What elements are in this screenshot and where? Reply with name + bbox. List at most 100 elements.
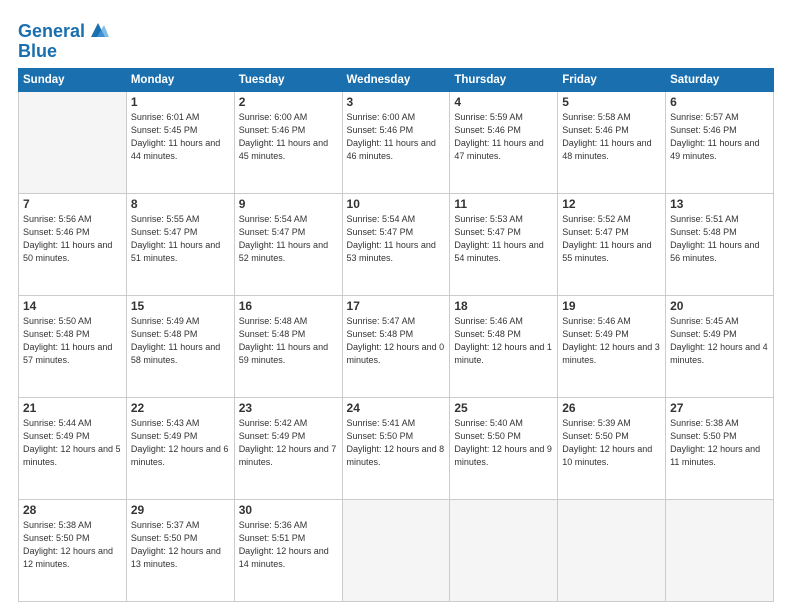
day-number: 24 bbox=[347, 401, 446, 415]
day-info: Sunrise: 5:38 AMSunset: 5:50 PMDaylight:… bbox=[670, 417, 769, 469]
day-info: Sunrise: 5:36 AMSunset: 5:51 PMDaylight:… bbox=[239, 519, 338, 571]
day-number: 17 bbox=[347, 299, 446, 313]
day-info: Sunrise: 5:50 AMSunset: 5:48 PMDaylight:… bbox=[23, 315, 122, 367]
calendar-cell: 14 Sunrise: 5:50 AMSunset: 5:48 PMDayligh… bbox=[19, 295, 127, 397]
calendar-cell: 18 Sunrise: 5:46 AMSunset: 5:48 PMDayligh… bbox=[450, 295, 558, 397]
weekday-header-row: SundayMondayTuesdayWednesdayThursdayFrid… bbox=[19, 68, 774, 91]
day-info: Sunrise: 5:54 AMSunset: 5:47 PMDaylight:… bbox=[347, 213, 446, 265]
day-info: Sunrise: 5:43 AMSunset: 5:49 PMDaylight:… bbox=[131, 417, 230, 469]
day-number: 15 bbox=[131, 299, 230, 313]
calendar-cell: 9 Sunrise: 5:54 AMSunset: 5:47 PMDaylight… bbox=[234, 193, 342, 295]
week-row-5: 28 Sunrise: 5:38 AMSunset: 5:50 PMDayligh… bbox=[19, 499, 774, 601]
day-info: Sunrise: 5:39 AMSunset: 5:50 PMDaylight:… bbox=[562, 417, 661, 469]
calendar-cell: 24 Sunrise: 5:41 AMSunset: 5:50 PMDayligh… bbox=[342, 397, 450, 499]
day-info: Sunrise: 5:56 AMSunset: 5:46 PMDaylight:… bbox=[23, 213, 122, 265]
week-row-2: 7 Sunrise: 5:56 AMSunset: 5:46 PMDaylight… bbox=[19, 193, 774, 295]
calendar-cell: 30 Sunrise: 5:36 AMSunset: 5:51 PMDayligh… bbox=[234, 499, 342, 601]
day-info: Sunrise: 5:41 AMSunset: 5:50 PMDaylight:… bbox=[347, 417, 446, 469]
day-number: 5 bbox=[562, 95, 661, 109]
calendar-cell: 23 Sunrise: 5:42 AMSunset: 5:49 PMDayligh… bbox=[234, 397, 342, 499]
week-row-1: 1 Sunrise: 6:01 AMSunset: 5:45 PMDaylight… bbox=[19, 91, 774, 193]
calendar-cell: 6 Sunrise: 5:57 AMSunset: 5:46 PMDaylight… bbox=[666, 91, 774, 193]
calendar-cell: 17 Sunrise: 5:47 AMSunset: 5:48 PMDayligh… bbox=[342, 295, 450, 397]
weekday-header-wednesday: Wednesday bbox=[342, 68, 450, 91]
day-info: Sunrise: 5:53 AMSunset: 5:47 PMDaylight:… bbox=[454, 213, 553, 265]
day-number: 8 bbox=[131, 197, 230, 211]
calendar-cell: 22 Sunrise: 5:43 AMSunset: 5:49 PMDayligh… bbox=[126, 397, 234, 499]
calendar-cell: 28 Sunrise: 5:38 AMSunset: 5:50 PMDayligh… bbox=[19, 499, 127, 601]
day-number: 27 bbox=[670, 401, 769, 415]
day-info: Sunrise: 5:52 AMSunset: 5:47 PMDaylight:… bbox=[562, 213, 661, 265]
logo-text: General bbox=[18, 22, 85, 42]
header: General Blue bbox=[18, 18, 774, 62]
day-number: 10 bbox=[347, 197, 446, 211]
calendar-cell: 5 Sunrise: 5:58 AMSunset: 5:46 PMDaylight… bbox=[558, 91, 666, 193]
day-number: 4 bbox=[454, 95, 553, 109]
weekday-header-saturday: Saturday bbox=[666, 68, 774, 91]
day-info: Sunrise: 5:55 AMSunset: 5:47 PMDaylight:… bbox=[131, 213, 230, 265]
day-info: Sunrise: 5:46 AMSunset: 5:49 PMDaylight:… bbox=[562, 315, 661, 367]
calendar-cell: 7 Sunrise: 5:56 AMSunset: 5:46 PMDaylight… bbox=[19, 193, 127, 295]
calendar: SundayMondayTuesdayWednesdayThursdayFrid… bbox=[18, 68, 774, 602]
day-info: Sunrise: 5:46 AMSunset: 5:48 PMDaylight:… bbox=[454, 315, 553, 367]
day-number: 9 bbox=[239, 197, 338, 211]
calendar-cell bbox=[450, 499, 558, 601]
day-number: 20 bbox=[670, 299, 769, 313]
day-info: Sunrise: 5:54 AMSunset: 5:47 PMDaylight:… bbox=[239, 213, 338, 265]
day-number: 1 bbox=[131, 95, 230, 109]
calendar-cell: 11 Sunrise: 5:53 AMSunset: 5:47 PMDayligh… bbox=[450, 193, 558, 295]
day-info: Sunrise: 5:48 AMSunset: 5:48 PMDaylight:… bbox=[239, 315, 338, 367]
day-number: 25 bbox=[454, 401, 553, 415]
day-info: Sunrise: 5:51 AMSunset: 5:48 PMDaylight:… bbox=[670, 213, 769, 265]
day-number: 21 bbox=[23, 401, 122, 415]
calendar-cell: 29Sunrise: 5:37 AMSunset: 5:50 PMDayligh… bbox=[126, 499, 234, 601]
calendar-cell: 1 Sunrise: 6:01 AMSunset: 5:45 PMDaylight… bbox=[126, 91, 234, 193]
day-info: Sunrise: 5:58 AMSunset: 5:46 PMDaylight:… bbox=[562, 111, 661, 163]
day-number: 28 bbox=[23, 503, 122, 517]
day-number: 23 bbox=[239, 401, 338, 415]
calendar-cell: 12 Sunrise: 5:52 AMSunset: 5:47 PMDayligh… bbox=[558, 193, 666, 295]
day-number: 26 bbox=[562, 401, 661, 415]
calendar-cell bbox=[558, 499, 666, 601]
calendar-cell: 20 Sunrise: 5:45 AMSunset: 5:49 PMDayligh… bbox=[666, 295, 774, 397]
day-number: 11 bbox=[454, 197, 553, 211]
calendar-cell: 21 Sunrise: 5:44 AMSunset: 5:49 PMDayligh… bbox=[19, 397, 127, 499]
weekday-header-thursday: Thursday bbox=[450, 68, 558, 91]
day-info: Sunrise: 5:38 AMSunset: 5:50 PMDaylight:… bbox=[23, 519, 122, 571]
day-info: Sunrise: 6:01 AMSunset: 5:45 PMDaylight:… bbox=[131, 111, 230, 163]
calendar-cell: 19 Sunrise: 5:46 AMSunset: 5:49 PMDayligh… bbox=[558, 295, 666, 397]
day-info: Sunrise: 5:42 AMSunset: 5:49 PMDaylight:… bbox=[239, 417, 338, 469]
day-number: 6 bbox=[670, 95, 769, 109]
day-info: Sunrise: 5:44 AMSunset: 5:49 PMDaylight:… bbox=[23, 417, 122, 469]
calendar-cell: 2 Sunrise: 6:00 AMSunset: 5:46 PMDaylight… bbox=[234, 91, 342, 193]
day-number: 30 bbox=[239, 503, 338, 517]
day-info: Sunrise: 6:00 AMSunset: 5:46 PMDaylight:… bbox=[347, 111, 446, 163]
weekday-header-friday: Friday bbox=[558, 68, 666, 91]
calendar-cell: 4 Sunrise: 5:59 AMSunset: 5:46 PMDaylight… bbox=[450, 91, 558, 193]
calendar-cell: 3Sunrise: 6:00 AMSunset: 5:46 PMDaylight… bbox=[342, 91, 450, 193]
day-info: Sunrise: 5:47 AMSunset: 5:48 PMDaylight:… bbox=[347, 315, 446, 367]
day-number: 2 bbox=[239, 95, 338, 109]
calendar-cell: 13 Sunrise: 5:51 AMSunset: 5:48 PMDayligh… bbox=[666, 193, 774, 295]
day-number: 7 bbox=[23, 197, 122, 211]
calendar-cell: 16 Sunrise: 5:48 AMSunset: 5:48 PMDayligh… bbox=[234, 295, 342, 397]
day-info: Sunrise: 5:37 AMSunset: 5:50 PMDaylight:… bbox=[131, 519, 230, 571]
day-info: Sunrise: 5:59 AMSunset: 5:46 PMDaylight:… bbox=[454, 111, 553, 163]
day-number: 14 bbox=[23, 299, 122, 313]
day-number: 16 bbox=[239, 299, 338, 313]
day-number: 13 bbox=[670, 197, 769, 211]
day-info: Sunrise: 5:45 AMSunset: 5:49 PMDaylight:… bbox=[670, 315, 769, 367]
day-number: 18 bbox=[454, 299, 553, 313]
weekday-header-tuesday: Tuesday bbox=[234, 68, 342, 91]
weekday-header-sunday: Sunday bbox=[19, 68, 127, 91]
day-number: 12 bbox=[562, 197, 661, 211]
day-number: 22 bbox=[131, 401, 230, 415]
day-info: Sunrise: 5:57 AMSunset: 5:46 PMDaylight:… bbox=[670, 111, 769, 163]
calendar-cell: 8 Sunrise: 5:55 AMSunset: 5:47 PMDaylight… bbox=[126, 193, 234, 295]
week-row-3: 14 Sunrise: 5:50 AMSunset: 5:48 PMDayligh… bbox=[19, 295, 774, 397]
calendar-cell: 26 Sunrise: 5:39 AMSunset: 5:50 PMDayligh… bbox=[558, 397, 666, 499]
day-info: Sunrise: 6:00 AMSunset: 5:46 PMDaylight:… bbox=[239, 111, 338, 163]
day-info: Sunrise: 5:40 AMSunset: 5:50 PMDaylight:… bbox=[454, 417, 553, 469]
day-number: 19 bbox=[562, 299, 661, 313]
day-info: Sunrise: 5:49 AMSunset: 5:48 PMDaylight:… bbox=[131, 315, 230, 367]
